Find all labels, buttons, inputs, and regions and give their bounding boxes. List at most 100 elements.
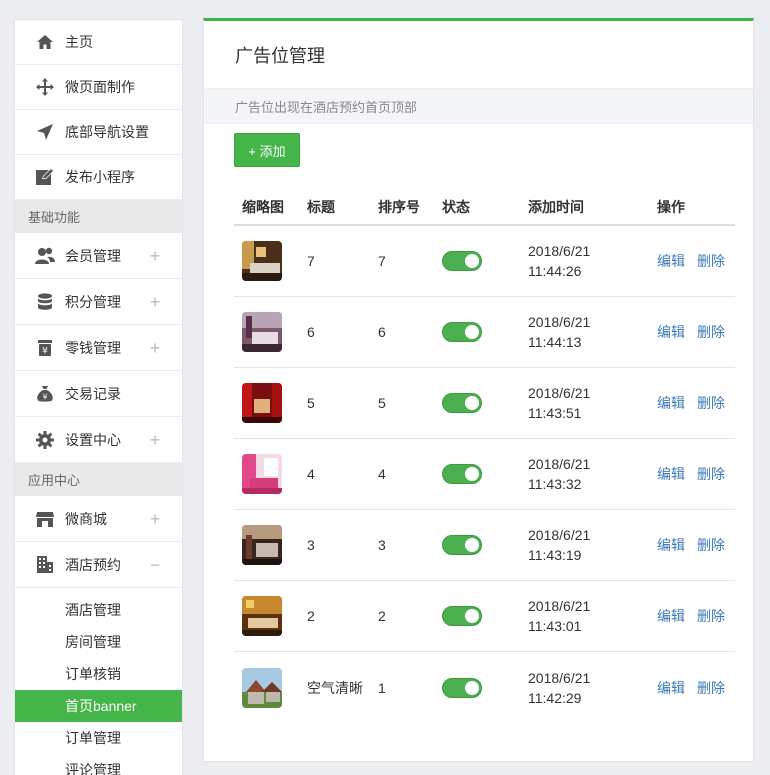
sidebar-sub-item-order-manage[interactable]: 订单管理 — [15, 722, 182, 754]
delete-link[interactable]: 删除 — [697, 678, 725, 698]
column-header-status: 状态 — [442, 198, 470, 215]
row-order: 6 — [378, 324, 386, 340]
status-toggle[interactable] — [442, 464, 482, 484]
table-row: 2 2 2018/6/21 11:43:01 编辑 删除 — [234, 581, 735, 652]
users-icon — [35, 246, 55, 266]
svg-text:¥: ¥ — [42, 392, 47, 401]
status-toggle[interactable] — [442, 393, 482, 413]
sidebar-sub-item-room-manage[interactable]: 房间管理 — [15, 626, 182, 658]
row-title: 空气清晰 — [307, 679, 363, 696]
thumbnail-image — [242, 312, 282, 352]
row-date: 2018/6/21 — [528, 314, 591, 330]
sidebar-item-home[interactable]: 主页 — [15, 20, 182, 65]
thumbnail-image — [242, 525, 282, 565]
edit-link[interactable]: 编辑 — [657, 251, 685, 271]
edit-link[interactable]: 编辑 — [657, 322, 685, 342]
sidebar-item-label: 交易记录 — [65, 385, 121, 402]
store-icon — [35, 509, 55, 529]
svg-text:¥: ¥ — [42, 346, 48, 356]
status-toggle[interactable] — [442, 251, 482, 271]
row-order: 2 — [378, 608, 386, 624]
sidebar-item-transactions[interactable]: ¥ 交易记录 — [15, 371, 182, 417]
money-bag-icon: ¥ — [35, 384, 55, 404]
delete-link[interactable]: 删除 — [697, 606, 725, 626]
thumbnail-image — [242, 667, 282, 708]
wallet-icon: ¥ — [35, 338, 55, 358]
page-title: 广告位管理 — [235, 45, 325, 66]
delete-link[interactable]: 删除 — [697, 322, 725, 342]
row-time: 11:43:32 — [528, 476, 582, 492]
row-order: 1 — [378, 679, 386, 696]
column-header-title: 标题 — [307, 198, 335, 215]
row-time: 11:43:51 — [528, 405, 582, 421]
expand-icon[interactable]: + — [148, 510, 162, 528]
sidebar-sub-item-hotel-manage[interactable]: 酒店管理 — [15, 594, 182, 626]
status-toggle[interactable] — [442, 677, 482, 698]
banner-table: 缩略图 标题 排序号 状态 添加时间 操作 7 7 2018/6/21 11:44… — [234, 189, 735, 723]
sidebar-sub-item-home-banner[interactable]: 首页banner — [15, 690, 182, 722]
sidebar-item-label: 零钱管理 — [65, 339, 121, 356]
row-order: 7 — [378, 253, 386, 269]
thumbnail-image — [242, 383, 282, 423]
status-toggle[interactable] — [442, 535, 482, 555]
thumbnail-image — [242, 454, 282, 494]
table-header: 缩略图 标题 排序号 状态 添加时间 操作 — [234, 189, 735, 226]
row-order: 4 — [378, 466, 386, 482]
sidebar-item-label: 发布小程序 — [65, 169, 135, 185]
row-title: 7 — [307, 253, 315, 269]
collapse-icon[interactable]: − — [148, 556, 162, 574]
table-row: 6 6 2018/6/21 11:44:13 编辑 删除 — [234, 297, 735, 368]
status-toggle[interactable] — [442, 322, 482, 342]
expand-icon[interactable]: + — [148, 293, 162, 311]
notice-bar: 广告位出现在酒店预约首页顶部 — [204, 88, 753, 124]
sidebar-item-micro-page[interactable]: 微页面制作 — [15, 65, 182, 110]
sidebar-item-bottom-nav[interactable]: 底部导航设置 — [15, 110, 182, 155]
row-order: 5 — [378, 395, 386, 411]
expand-icon[interactable]: + — [148, 339, 162, 357]
move-icon — [35, 77, 55, 97]
thumbnail-image — [242, 241, 282, 281]
row-date: 2018/6/21 — [528, 598, 591, 614]
sidebar-item-hotel[interactable]: 酒店预约 − — [15, 542, 182, 588]
navigation-arrow-icon — [35, 122, 55, 142]
sidebar-item-label: 积分管理 — [65, 293, 121, 310]
add-button[interactable]: + 添加 — [234, 133, 300, 167]
edit-link[interactable]: 编辑 — [657, 535, 685, 555]
delete-link[interactable]: 删除 — [697, 251, 725, 271]
sidebar-sub-item-comment-manage[interactable]: 评论管理 — [15, 754, 182, 775]
expand-icon[interactable]: + — [148, 247, 162, 265]
row-date: 2018/6/21 — [528, 243, 591, 259]
sidebar-section-basic: 基础功能 — [15, 200, 182, 233]
sidebar-submenu: 酒店管理 房间管理 订单核销 首页banner 订单管理 评论管理 — [15, 588, 182, 775]
table-row: 4 4 2018/6/21 11:43:32 编辑 删除 — [234, 439, 735, 510]
column-header-thumbnail: 缩略图 — [242, 198, 284, 215]
table-row: 空气清晰 1 2018/6/21 11:42:29 编辑 删除 — [234, 652, 735, 723]
status-toggle[interactable] — [442, 606, 482, 626]
sidebar-item-members[interactable]: 会员管理 + — [15, 233, 182, 279]
sidebar-item-wallet[interactable]: ¥ 零钱管理 + — [15, 325, 182, 371]
sidebar-section-apps: 应用中心 — [15, 463, 182, 496]
row-time: 11:44:13 — [528, 334, 582, 350]
edit-link[interactable]: 编辑 — [657, 464, 685, 484]
sidebar-item-mall[interactable]: 微商城 + — [15, 496, 182, 542]
sidebar-sub-item-order-verify[interactable]: 订单核销 — [15, 658, 182, 690]
row-date: 2018/6/21 — [528, 669, 591, 686]
delete-link[interactable]: 删除 — [697, 464, 725, 484]
expand-icon[interactable]: + — [148, 431, 162, 449]
sidebar-item-label: 会员管理 — [65, 247, 121, 264]
delete-link[interactable]: 删除 — [697, 393, 725, 413]
row-title: 2 — [307, 608, 315, 624]
edit-link[interactable]: 编辑 — [657, 606, 685, 626]
row-date: 2018/6/21 — [528, 385, 591, 401]
sidebar-item-publish[interactable]: 发布小程序 — [15, 155, 182, 200]
edit-icon — [35, 167, 55, 187]
row-date: 2018/6/21 — [528, 456, 591, 472]
edit-link[interactable]: 编辑 — [657, 393, 685, 413]
sidebar-item-settings[interactable]: 设置中心 + — [15, 417, 182, 463]
row-title: 4 — [307, 466, 315, 482]
row-title: 6 — [307, 324, 315, 340]
delete-link[interactable]: 删除 — [697, 535, 725, 555]
edit-link[interactable]: 编辑 — [657, 678, 685, 698]
sidebar-item-points[interactable]: 积分管理 + — [15, 279, 182, 325]
sidebar-item-label: 设置中心 — [65, 431, 121, 448]
